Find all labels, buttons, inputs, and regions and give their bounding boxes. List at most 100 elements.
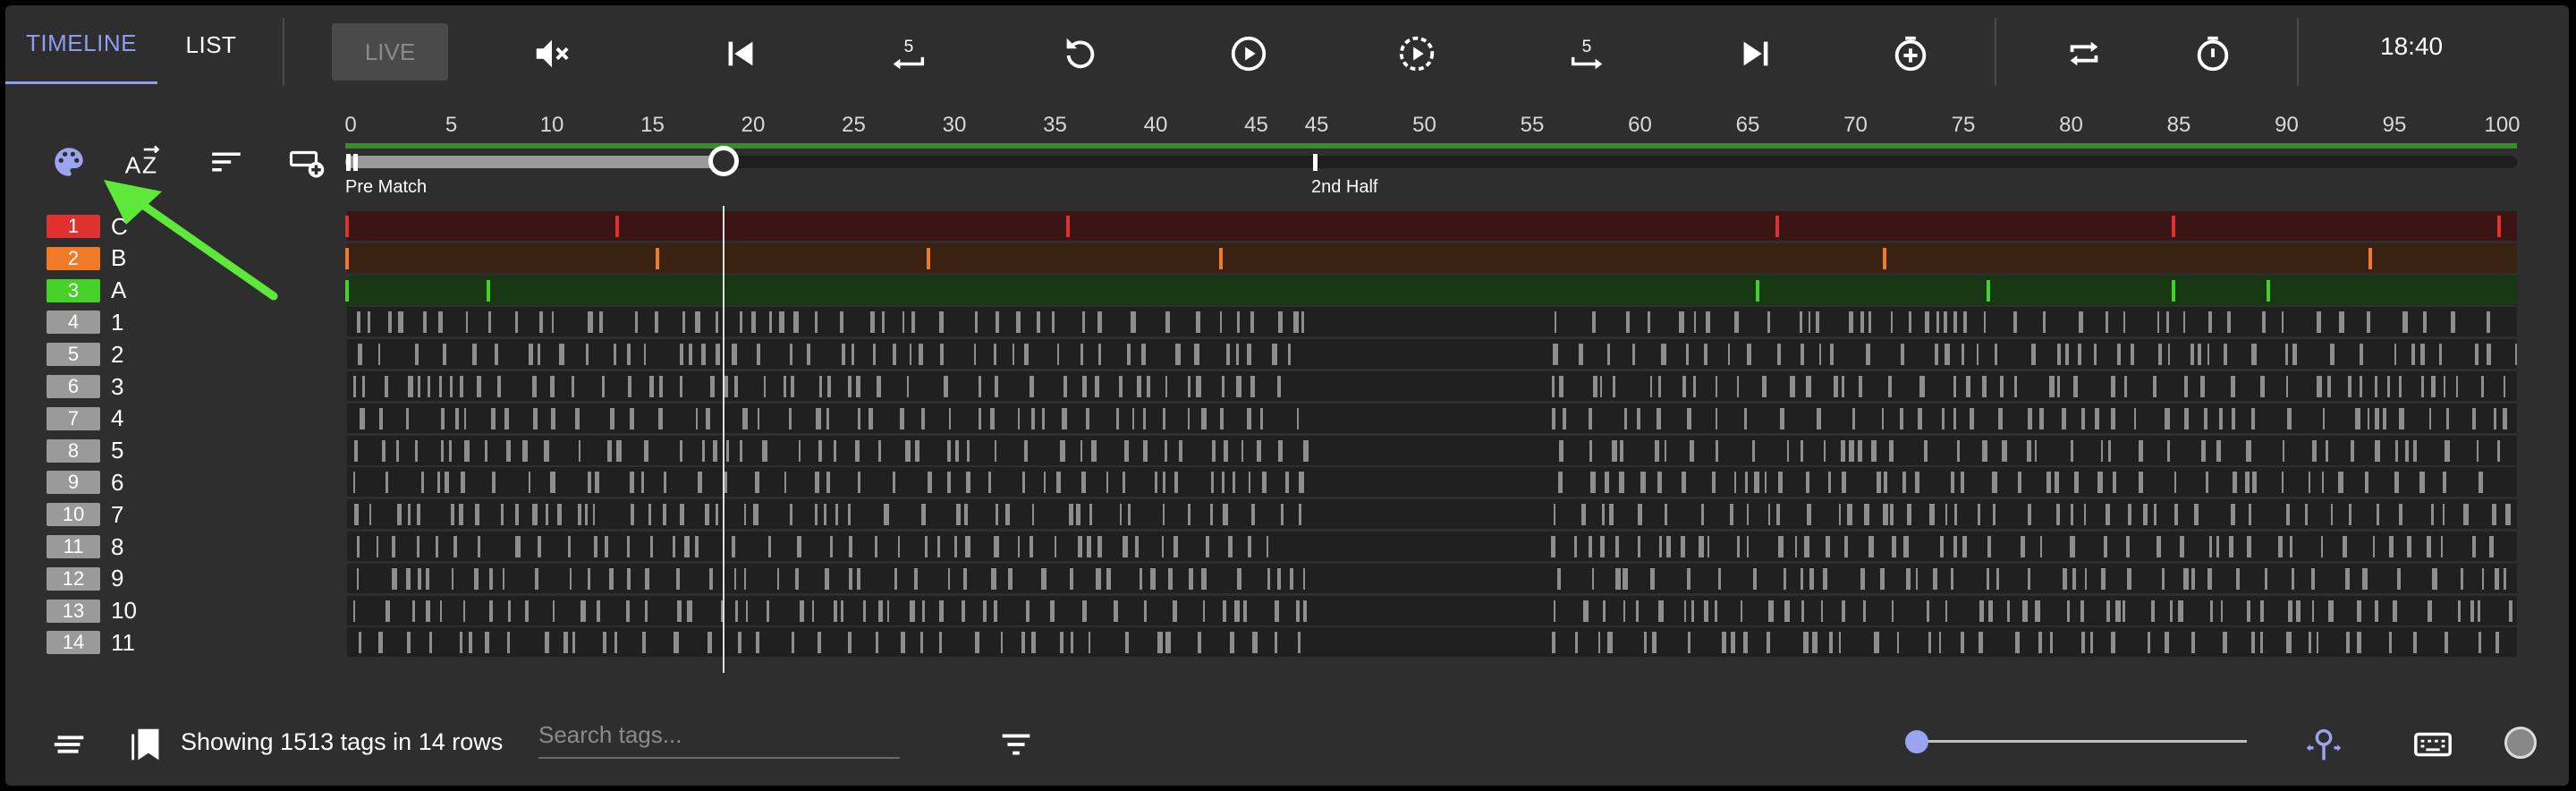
tag-marker[interactable] [878, 600, 884, 622]
tag-marker[interactable] [2462, 504, 2469, 526]
tag-marker[interactable] [1897, 632, 1900, 654]
tag-marker[interactable] [1250, 376, 1256, 397]
tag-marker[interactable] [1206, 536, 1210, 557]
tag-marker[interactable] [635, 311, 638, 334]
tag-marker[interactable] [2083, 504, 2086, 526]
tag-marker[interactable] [2014, 632, 2020, 654]
tag-marker[interactable] [1716, 439, 1719, 462]
loop-icon[interactable] [2059, 29, 2109, 79]
tag-marker[interactable] [1650, 376, 1653, 397]
tag-marker[interactable] [1056, 344, 1059, 366]
tag-marker[interactable] [1961, 632, 1965, 654]
tag-marker[interactable] [1693, 311, 1696, 334]
tag-marker[interactable] [1970, 407, 1975, 430]
tag-marker[interactable] [1289, 567, 1293, 590]
tag-marker[interactable] [1818, 344, 1821, 366]
tag-marker[interactable] [2514, 344, 2517, 366]
tag-marker[interactable] [2007, 600, 2011, 622]
tag-marker[interactable] [826, 472, 830, 494]
tag-marker[interactable] [2080, 600, 2085, 622]
tag-marker[interactable] [538, 536, 541, 557]
tag-marker[interactable] [1809, 567, 1815, 590]
tag-marker[interactable] [356, 567, 359, 590]
tag-marker[interactable] [455, 407, 459, 430]
tag-marker[interactable] [2206, 472, 2209, 494]
tag-marker[interactable] [2049, 376, 2055, 397]
tag-marker[interactable] [2174, 472, 2176, 494]
tag-marker[interactable] [2285, 632, 2292, 654]
tag-marker[interactable] [1052, 311, 1055, 334]
tag-marker[interactable] [2489, 536, 2495, 557]
tag-marker[interactable] [2165, 632, 2170, 654]
tag-marker[interactable] [2073, 376, 2079, 397]
tag-marker[interactable] [2426, 536, 2431, 557]
tag-marker[interactable] [1235, 376, 1241, 397]
tag-marker[interactable] [2252, 472, 2258, 494]
tag-marker[interactable] [1296, 600, 1300, 622]
tag-marker[interactable] [1987, 567, 1990, 590]
tag-marker[interactable] [994, 536, 1000, 557]
tag-marker[interactable] [1164, 439, 1167, 462]
tag-marker[interactable] [1233, 600, 1240, 622]
tag-marker[interactable] [2172, 279, 2176, 302]
tag-marker[interactable] [936, 536, 940, 557]
tag-marker[interactable] [966, 439, 970, 462]
tag-marker[interactable] [732, 344, 738, 366]
tag-marker[interactable] [1080, 344, 1083, 366]
tag-marker[interactable] [1730, 632, 1735, 654]
row-label[interactable]: 96 [47, 469, 123, 496]
tag-marker[interactable] [1811, 632, 1818, 654]
tag-marker[interactable] [1089, 504, 1092, 526]
tag-marker[interactable] [2491, 504, 2496, 526]
menu-icon[interactable] [45, 719, 95, 770]
tag-marker[interactable] [2112, 472, 2116, 494]
tag-marker[interactable] [1023, 344, 1029, 366]
tag-marker[interactable] [938, 600, 944, 622]
tag-marker[interactable] [418, 567, 422, 590]
tag-marker[interactable] [1278, 311, 1284, 334]
tag-marker[interactable] [2249, 504, 2252, 526]
tag-marker[interactable] [851, 344, 854, 366]
tag-marker[interactable] [949, 407, 952, 430]
tag-marker[interactable] [2110, 376, 2115, 397]
tag-marker[interactable] [451, 504, 455, 526]
tag-marker[interactable] [378, 344, 381, 366]
tag-marker[interactable] [2478, 632, 2481, 654]
tag-marker[interactable] [2508, 600, 2512, 622]
tag-marker[interactable] [2386, 376, 2390, 397]
tag-marker[interactable] [426, 600, 431, 622]
tag-marker[interactable] [2251, 632, 2256, 654]
tag-marker[interactable] [995, 439, 997, 462]
tag-marker[interactable] [750, 311, 756, 334]
tag-marker[interactable] [1592, 567, 1595, 590]
tag-marker[interactable] [900, 632, 905, 654]
tag-marker[interactable] [2457, 600, 2461, 622]
tag-marker[interactable] [2090, 632, 2093, 654]
tag-marker[interactable] [427, 376, 430, 397]
mute-icon[interactable] [527, 29, 577, 79]
tag-marker[interactable] [2106, 600, 2110, 622]
tag-marker[interactable] [2190, 632, 2195, 654]
tag-marker[interactable] [2360, 344, 2364, 366]
tag-marker[interactable] [2471, 536, 2476, 557]
tag-marker[interactable] [824, 567, 829, 590]
tag-marker[interactable] [1651, 632, 1657, 654]
tag-marker[interactable] [1089, 632, 1091, 654]
tag-marker[interactable] [1588, 536, 1592, 557]
tag-marker[interactable] [849, 536, 853, 557]
tag-marker[interactable] [514, 536, 521, 557]
tag-marker[interactable] [965, 536, 971, 557]
tag-marker[interactable] [2292, 344, 2298, 366]
tag-marker[interactable] [1640, 472, 1646, 494]
tag-marker[interactable] [894, 567, 897, 590]
tag-marker[interactable] [1944, 344, 1950, 366]
tag-marker[interactable] [1168, 567, 1174, 590]
tag-marker[interactable] [1623, 407, 1627, 430]
tag-marker[interactable] [2191, 567, 2196, 590]
timeline-row[interactable] [347, 563, 2517, 593]
tag-marker[interactable] [2362, 567, 2368, 590]
tag-marker[interactable] [644, 600, 648, 622]
tag-marker[interactable] [1219, 311, 1222, 334]
tag-marker[interactable] [2190, 344, 2194, 366]
tag-marker[interactable] [800, 600, 805, 622]
